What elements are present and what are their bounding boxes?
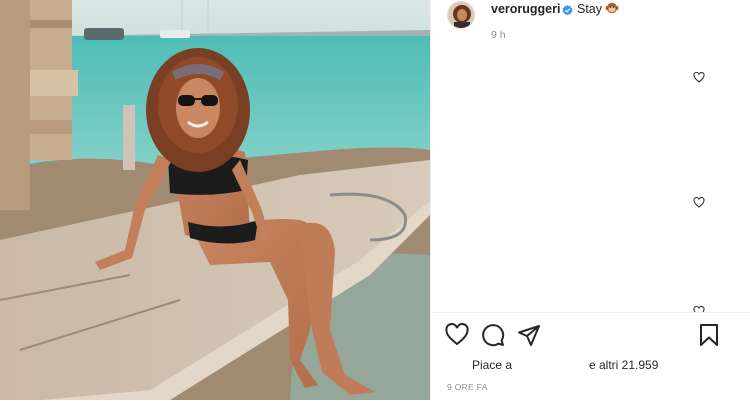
share-icon[interactable]: [517, 323, 541, 347]
comment-like-heart-icon[interactable]: [693, 195, 705, 208]
post-sidebar: veroruggeri Stay 9 h Piace a e altri 21.…: [430, 0, 750, 401]
username-link[interactable]: veroruggeri: [491, 2, 560, 16]
beach-photo-illustration: [0, 0, 430, 400]
post-image[interactable]: [0, 0, 430, 400]
comment-icon[interactable]: [481, 323, 505, 347]
likes-count[interactable]: e altri 21.959: [589, 358, 658, 372]
verified-badge-icon: [562, 3, 573, 16]
post-caption: Stay: [577, 2, 603, 16]
post-actions-bar: Piace a e altri 21.959 9 ORE FA: [431, 312, 750, 401]
bookmark-icon[interactable]: [697, 323, 721, 347]
heart-icon[interactable]: [445, 322, 469, 347]
post-timestamp[interactable]: 9 ORE FA: [447, 382, 488, 392]
likes-prefix: Piace a: [472, 358, 513, 372]
avatar[interactable]: [447, 1, 475, 29]
comment-like-heart-icon[interactable]: [693, 70, 705, 83]
post-time-short: 9 h: [491, 29, 506, 41]
monkey-face-icon: [605, 1, 619, 15]
